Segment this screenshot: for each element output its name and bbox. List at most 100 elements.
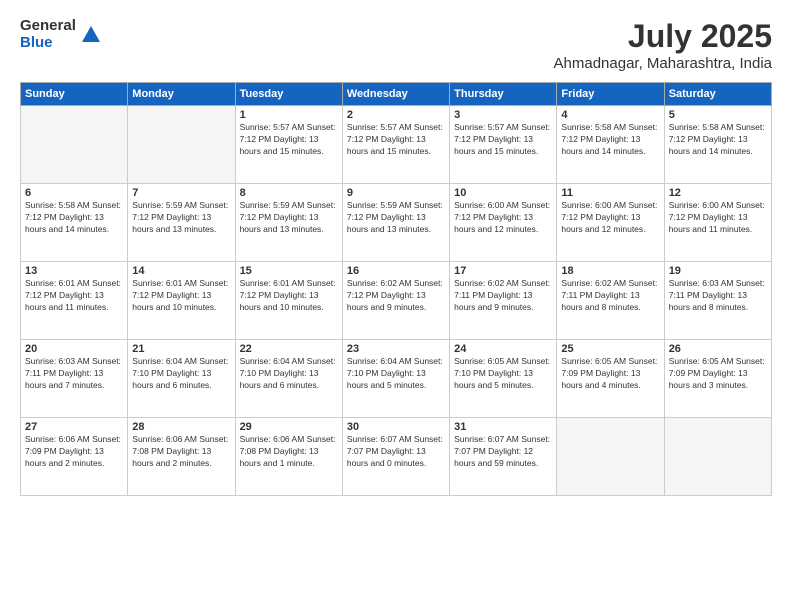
day-number: 10 (454, 187, 552, 199)
day-cell: 15Sunrise: 6:01 AM Sunset: 7:12 PM Dayli… (235, 262, 342, 340)
day-cell: 21Sunrise: 6:04 AM Sunset: 7:10 PM Dayli… (128, 340, 235, 418)
day-cell: 13Sunrise: 6:01 AM Sunset: 7:12 PM Dayli… (21, 262, 128, 340)
week-row-4: 27Sunrise: 6:06 AM Sunset: 7:09 PM Dayli… (21, 418, 772, 496)
day-cell: 1Sunrise: 5:57 AM Sunset: 7:12 PM Daylig… (235, 106, 342, 184)
day-info: Sunrise: 5:59 AM Sunset: 7:12 PM Dayligh… (347, 200, 445, 236)
day-info: Sunrise: 6:02 AM Sunset: 7:11 PM Dayligh… (454, 278, 552, 314)
logo-blue: Blue (20, 35, 76, 52)
day-number: 26 (669, 343, 767, 355)
day-info: Sunrise: 6:01 AM Sunset: 7:12 PM Dayligh… (132, 278, 230, 314)
day-cell: 23Sunrise: 6:04 AM Sunset: 7:10 PM Dayli… (342, 340, 449, 418)
day-info: Sunrise: 6:06 AM Sunset: 7:08 PM Dayligh… (132, 434, 230, 470)
day-number: 5 (669, 109, 767, 121)
day-number: 21 (132, 343, 230, 355)
day-cell: 29Sunrise: 6:06 AM Sunset: 7:08 PM Dayli… (235, 418, 342, 496)
day-info: Sunrise: 5:58 AM Sunset: 7:12 PM Dayligh… (25, 200, 123, 236)
day-info: Sunrise: 6:00 AM Sunset: 7:12 PM Dayligh… (454, 200, 552, 236)
day-cell: 25Sunrise: 6:05 AM Sunset: 7:09 PM Dayli… (557, 340, 664, 418)
day-number: 2 (347, 109, 445, 121)
day-number: 30 (347, 421, 445, 433)
header: General Blue July 2025 Ahmadnagar, Mahar… (20, 18, 772, 72)
day-number: 14 (132, 265, 230, 277)
day-info: Sunrise: 6:07 AM Sunset: 7:07 PM Dayligh… (347, 434, 445, 470)
day-info: Sunrise: 6:02 AM Sunset: 7:11 PM Dayligh… (561, 278, 659, 314)
day-number: 7 (132, 187, 230, 199)
day-cell (557, 418, 664, 496)
day-cell: 7Sunrise: 5:59 AM Sunset: 7:12 PM Daylig… (128, 184, 235, 262)
col-tuesday: Tuesday (235, 83, 342, 106)
day-number: 28 (132, 421, 230, 433)
day-cell: 14Sunrise: 6:01 AM Sunset: 7:12 PM Dayli… (128, 262, 235, 340)
day-info: Sunrise: 5:59 AM Sunset: 7:12 PM Dayligh… (240, 200, 338, 236)
title-area: July 2025 Ahmadnagar, Maharashtra, India (554, 18, 772, 72)
day-info: Sunrise: 6:03 AM Sunset: 7:11 PM Dayligh… (669, 278, 767, 314)
day-number: 20 (25, 343, 123, 355)
day-cell (664, 418, 771, 496)
col-thursday: Thursday (450, 83, 557, 106)
col-friday: Friday (557, 83, 664, 106)
day-number: 17 (454, 265, 552, 277)
day-cell: 12Sunrise: 6:00 AM Sunset: 7:12 PM Dayli… (664, 184, 771, 262)
day-info: Sunrise: 5:57 AM Sunset: 7:12 PM Dayligh… (240, 122, 338, 158)
col-monday: Monday (128, 83, 235, 106)
day-info: Sunrise: 6:00 AM Sunset: 7:12 PM Dayligh… (669, 200, 767, 236)
logo-icon (80, 24, 102, 46)
day-number: 3 (454, 109, 552, 121)
day-info: Sunrise: 5:58 AM Sunset: 7:12 PM Dayligh… (561, 122, 659, 158)
day-cell: 8Sunrise: 5:59 AM Sunset: 7:12 PM Daylig… (235, 184, 342, 262)
day-cell: 5Sunrise: 5:58 AM Sunset: 7:12 PM Daylig… (664, 106, 771, 184)
day-number: 27 (25, 421, 123, 433)
day-number: 22 (240, 343, 338, 355)
day-cell: 6Sunrise: 5:58 AM Sunset: 7:12 PM Daylig… (21, 184, 128, 262)
day-number: 11 (561, 187, 659, 199)
day-cell: 19Sunrise: 6:03 AM Sunset: 7:11 PM Dayli… (664, 262, 771, 340)
day-number: 19 (669, 265, 767, 277)
day-cell: 22Sunrise: 6:04 AM Sunset: 7:10 PM Dayli… (235, 340, 342, 418)
day-cell: 4Sunrise: 5:58 AM Sunset: 7:12 PM Daylig… (557, 106, 664, 184)
day-number: 23 (347, 343, 445, 355)
day-info: Sunrise: 6:06 AM Sunset: 7:08 PM Dayligh… (240, 434, 338, 470)
day-number: 25 (561, 343, 659, 355)
header-row: Sunday Monday Tuesday Wednesday Thursday… (21, 83, 772, 106)
day-cell: 3Sunrise: 5:57 AM Sunset: 7:12 PM Daylig… (450, 106, 557, 184)
day-number: 18 (561, 265, 659, 277)
day-cell: 17Sunrise: 6:02 AM Sunset: 7:11 PM Dayli… (450, 262, 557, 340)
day-number: 8 (240, 187, 338, 199)
day-cell: 26Sunrise: 6:05 AM Sunset: 7:09 PM Dayli… (664, 340, 771, 418)
day-info: Sunrise: 6:05 AM Sunset: 7:10 PM Dayligh… (454, 356, 552, 392)
week-row-0: 1Sunrise: 5:57 AM Sunset: 7:12 PM Daylig… (21, 106, 772, 184)
day-info: Sunrise: 6:05 AM Sunset: 7:09 PM Dayligh… (669, 356, 767, 392)
day-info: Sunrise: 5:58 AM Sunset: 7:12 PM Dayligh… (669, 122, 767, 158)
day-info: Sunrise: 6:02 AM Sunset: 7:12 PM Dayligh… (347, 278, 445, 314)
day-number: 1 (240, 109, 338, 121)
day-number: 9 (347, 187, 445, 199)
calendar-subtitle: Ahmadnagar, Maharashtra, India (554, 55, 772, 72)
day-info: Sunrise: 6:03 AM Sunset: 7:11 PM Dayligh… (25, 356, 123, 392)
day-info: Sunrise: 6:00 AM Sunset: 7:12 PM Dayligh… (561, 200, 659, 236)
day-cell (128, 106, 235, 184)
day-number: 4 (561, 109, 659, 121)
day-cell (21, 106, 128, 184)
day-number: 13 (25, 265, 123, 277)
day-info: Sunrise: 5:59 AM Sunset: 7:12 PM Dayligh… (132, 200, 230, 236)
day-number: 16 (347, 265, 445, 277)
day-info: Sunrise: 5:57 AM Sunset: 7:12 PM Dayligh… (347, 122, 445, 158)
day-number: 15 (240, 265, 338, 277)
week-row-2: 13Sunrise: 6:01 AM Sunset: 7:12 PM Dayli… (21, 262, 772, 340)
logo: General Blue (20, 18, 102, 51)
day-info: Sunrise: 6:04 AM Sunset: 7:10 PM Dayligh… (347, 356, 445, 392)
day-cell: 31Sunrise: 6:07 AM Sunset: 7:07 PM Dayli… (450, 418, 557, 496)
day-cell: 27Sunrise: 6:06 AM Sunset: 7:09 PM Dayli… (21, 418, 128, 496)
logo-general: General (20, 18, 76, 35)
day-number: 29 (240, 421, 338, 433)
day-cell: 30Sunrise: 6:07 AM Sunset: 7:07 PM Dayli… (342, 418, 449, 496)
day-info: Sunrise: 6:01 AM Sunset: 7:12 PM Dayligh… (25, 278, 123, 314)
day-info: Sunrise: 6:04 AM Sunset: 7:10 PM Dayligh… (240, 356, 338, 392)
day-info: Sunrise: 6:04 AM Sunset: 7:10 PM Dayligh… (132, 356, 230, 392)
calendar-page: General Blue July 2025 Ahmadnagar, Mahar… (0, 0, 792, 612)
day-number: 6 (25, 187, 123, 199)
day-cell: 11Sunrise: 6:00 AM Sunset: 7:12 PM Dayli… (557, 184, 664, 262)
day-cell: 2Sunrise: 5:57 AM Sunset: 7:12 PM Daylig… (342, 106, 449, 184)
day-info: Sunrise: 6:07 AM Sunset: 7:07 PM Dayligh… (454, 434, 552, 470)
day-number: 12 (669, 187, 767, 199)
